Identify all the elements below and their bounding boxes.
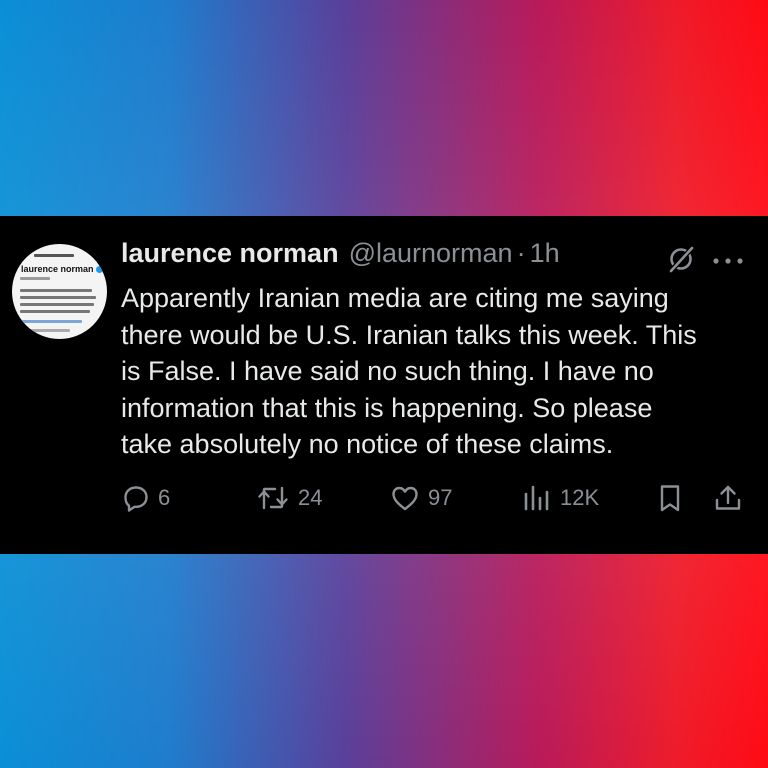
tweet-text-line: take absolutely no notice of these claim… (121, 429, 614, 459)
heart-icon (392, 486, 418, 511)
avatar[interactable]: laurence norman (12, 244, 107, 339)
analytics-icon (524, 485, 549, 511)
grok-icon[interactable] (666, 244, 696, 274)
more-icon[interactable] (711, 256, 745, 266)
bookmark-button[interactable] (657, 478, 683, 518)
repost-icon (258, 486, 288, 510)
reply-count: 6 (158, 485, 171, 510)
tweet-header: laurence norman @laurnorman · 1h (121, 238, 560, 278)
like-count: 97 (428, 485, 453, 510)
action-bar: 6 24 97 12K (0, 478, 768, 518)
tweet-text-line: Apparently Iranian media are citing me s… (121, 283, 669, 313)
separator-dot: · (516, 238, 526, 268)
author-name[interactable]: laurence norman (121, 238, 339, 269)
share-icon (715, 485, 741, 510)
background-gradient-top (0, 0, 768, 230)
tweet-card: laurence norman laurence norman @laurnor… (0, 216, 768, 554)
like-button[interactable]: 97 (390, 478, 452, 518)
post-time[interactable]: 1h (530, 238, 560, 269)
reply-button[interactable]: 6 (122, 478, 170, 518)
author-handle[interactable]: @laurnorman (349, 238, 513, 269)
views-button[interactable]: 12K (522, 478, 599, 518)
tweet-text-line: there would be U.S. Iranian talks this w… (121, 319, 697, 350)
views-count: 12K (560, 485, 600, 510)
repost-button[interactable]: 24 (256, 478, 322, 518)
tweet-text-line: information that this is happening. So p… (121, 392, 653, 423)
tweet-text: Apparently Iranian media are citing me s… (121, 280, 751, 463)
share-button[interactable] (713, 478, 743, 518)
tweet-text-line: is False. I have said no such thing. I h… (121, 356, 654, 386)
bookmark-icon (660, 485, 680, 512)
repost-count: 24 (298, 485, 323, 510)
avatar-name: laurence norman (21, 264, 94, 274)
reply-icon (124, 486, 148, 512)
background-gradient-bottom (0, 538, 768, 768)
verified-badge-icon (96, 266, 103, 273)
